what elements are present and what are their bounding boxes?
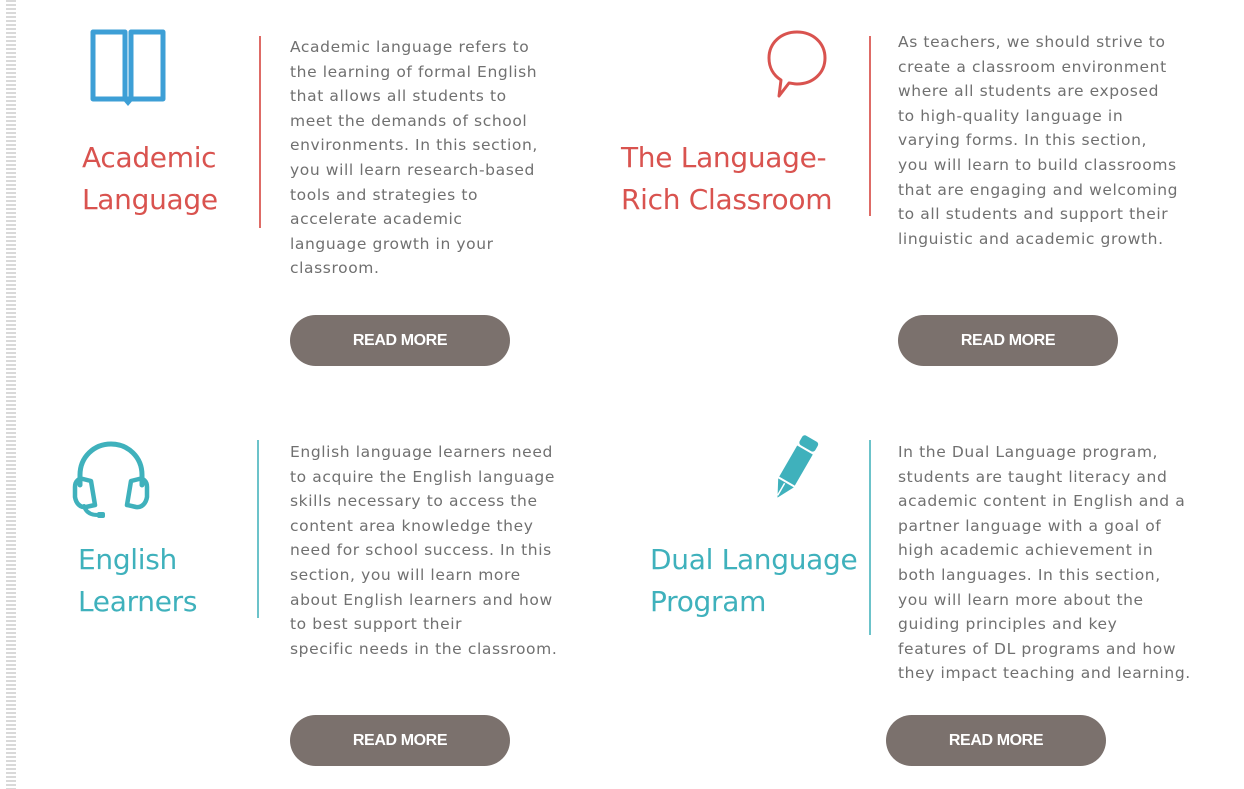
title-line-1: Dual Language [650,543,858,576]
section-description: As teachers, we should strive to create … [898,33,1179,248]
section-title: The Language- Rich Classroom [621,137,832,221]
pencil-icon [766,432,822,506]
title-line-2: Language [82,183,218,216]
title-line-1: The Language- [621,141,827,174]
section-description: English language learners need to acquir… [290,443,558,658]
section-divider [257,440,259,618]
section-description: In the Dual Language program, students a… [898,443,1191,683]
title-line-1: English [78,543,178,576]
left-edge-decoration [6,0,16,789]
read-more-button[interactable]: READ MORE [898,315,1118,366]
section-description: Academic language refers to the learning… [290,38,538,278]
read-more-button[interactable]: READ MORE [886,715,1106,766]
title-line-2: Program [650,585,767,618]
read-more-button[interactable]: READ MORE [290,715,510,766]
section-title: English Learners [78,539,197,623]
section-title: Academic Language [82,137,218,221]
open-book-icon [88,27,168,107]
speech-bubble-icon [766,29,828,99]
read-more-button[interactable]: READ MORE [290,315,510,366]
title-line-2: Learners [78,585,198,618]
section-divider [259,36,261,228]
section-title: Dual Language Program [650,539,858,623]
section-divider [869,36,871,216]
headphones-icon [70,439,152,521]
section-divider [869,440,871,635]
title-line-2: Rich Classroom [621,183,833,216]
title-line-1: Academic [82,141,217,174]
